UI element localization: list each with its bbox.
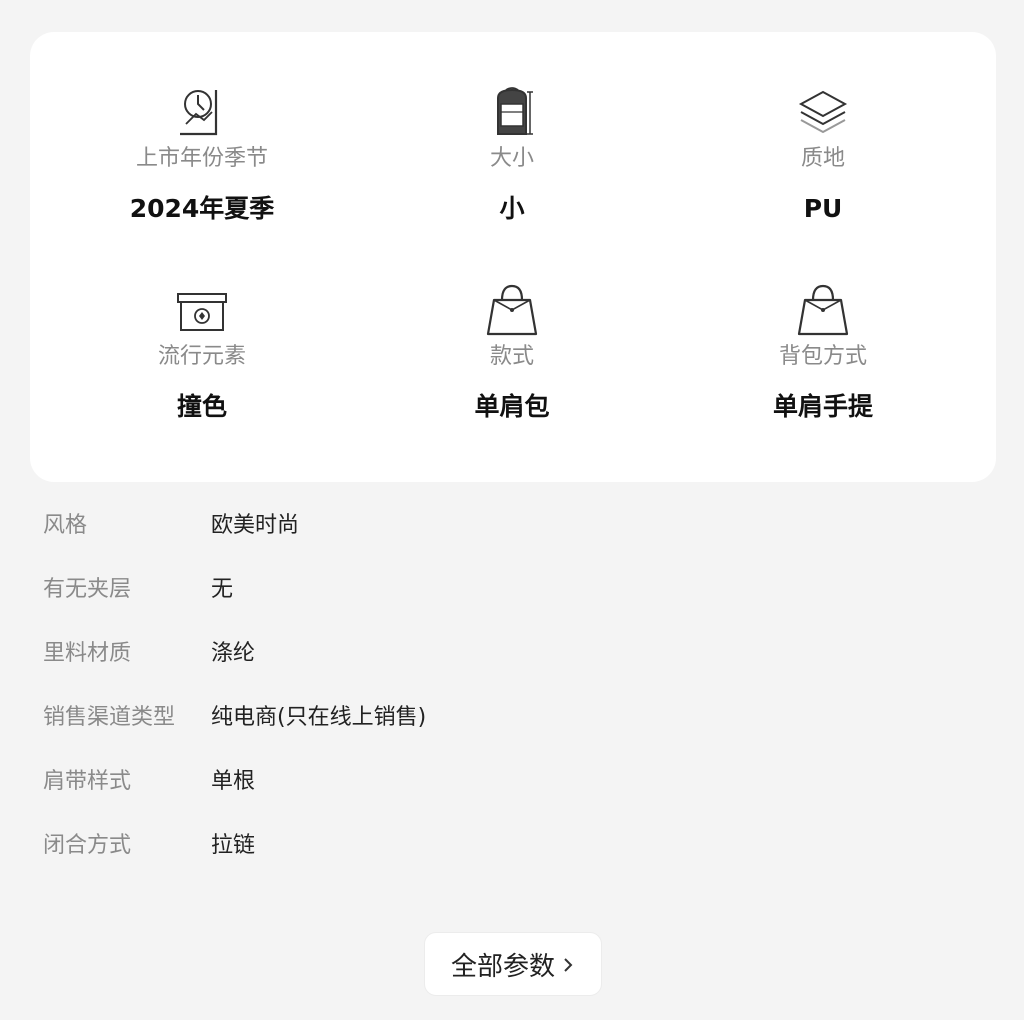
calendar-season-icon <box>180 90 218 136</box>
param-value: 无 <box>211 577 234 602</box>
chevron-right-icon <box>564 958 573 972</box>
trend-box-icon <box>177 293 227 331</box>
attribute-label: 上市年份季节 <box>135 146 268 171</box>
param-row: 里料材质 涤纶 <box>43 636 983 700</box>
attribute-value: 小 <box>499 194 525 223</box>
param-key: 里料材质 <box>43 641 132 666</box>
all-params-button[interactable]: 全部参数 <box>424 932 602 996</box>
param-value: 涤纶 <box>211 641 256 666</box>
handbag-icon <box>486 284 538 336</box>
attribute-value: 撞色 <box>176 392 227 421</box>
all-params-label: 全部参数 <box>450 951 555 982</box>
param-value: 纯电商(只在线上销售) <box>211 705 427 730</box>
attribute-trend-element: 流行元素 撞色 <box>72 282 332 422</box>
param-row: 肩带样式 单根 <box>43 764 983 828</box>
param-value: 欧美时尚 <box>211 513 300 538</box>
param-key: 风格 <box>43 513 88 538</box>
param-key: 肩带样式 <box>43 769 132 794</box>
param-row: 销售渠道类型 纯电商(只在线上销售) <box>43 700 983 764</box>
attribute-label: 质地 <box>800 146 845 171</box>
param-key: 闭合方式 <box>43 833 132 858</box>
attribute-label: 背包方式 <box>778 344 867 369</box>
backpack-size-icon <box>497 87 533 135</box>
attribute-size: 大小 小 <box>382 84 642 224</box>
param-value: 单根 <box>211 769 256 794</box>
attribute-carry-method: 背包方式 单肩手提 <box>693 282 953 422</box>
attribute-style: 款式 单肩包 <box>382 282 642 422</box>
param-row: 闭合方式 拉链 <box>43 828 983 892</box>
attribute-value: PU <box>803 194 843 223</box>
attribute-label: 大小 <box>489 146 534 171</box>
param-row: 有无夹层 无 <box>43 572 983 636</box>
attribute-label: 款式 <box>489 344 534 369</box>
params-list: 风格 欧美时尚 有无夹层 无 里料材质 涤纶 销售渠道类型 纯电商(只在线上销售… <box>43 508 983 892</box>
attribute-value: 2024年夏季 <box>129 194 275 223</box>
param-value: 拉链 <box>211 833 256 858</box>
layers-icon <box>798 90 848 134</box>
param-key: 有无夹层 <box>43 577 132 602</box>
handbag-icon <box>797 284 849 336</box>
attribute-value: 单肩手提 <box>772 392 873 421</box>
attribute-card: 上市年份季节 2024年夏季 大小 小 质地 PU 流行元素 撞色 款式 单肩包… <box>30 32 996 482</box>
attribute-texture: 质地 PU <box>693 84 953 224</box>
param-row: 风格 欧美时尚 <box>43 508 983 572</box>
attribute-label: 流行元素 <box>157 344 246 369</box>
attribute-value: 单肩包 <box>474 392 550 421</box>
attribute-launch-season: 上市年份季节 2024年夏季 <box>72 84 332 224</box>
param-key: 销售渠道类型 <box>43 705 176 730</box>
